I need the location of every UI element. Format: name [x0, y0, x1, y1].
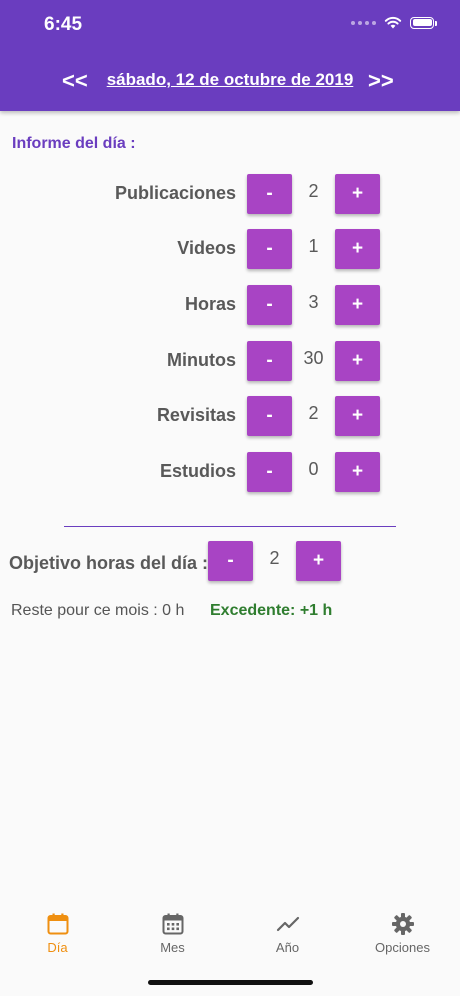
battery-icon	[410, 16, 437, 29]
row-estudios: Estudios - 0 +	[0, 452, 460, 492]
row-label: Estudios	[159, 461, 236, 481]
estudios-increment-button[interactable]: +	[335, 452, 380, 492]
status-time: 6:45	[44, 14, 83, 35]
row-horas: Horas - 3 +	[0, 285, 460, 325]
gear-icon	[391, 913, 414, 935]
tab-opciones[interactable]: Opciones	[345, 912, 460, 964]
minutos-decrement-button[interactable]: -	[247, 341, 292, 381]
tab-label: Opciones	[375, 940, 430, 955]
row-goal: - 2 +	[0, 541, 460, 581]
trending-icon	[276, 916, 299, 932]
videos-decrement-button[interactable]: -	[247, 229, 292, 269]
videos-increment-button[interactable]: +	[335, 229, 380, 269]
tab-label: Día	[47, 940, 68, 955]
row-label: Publicaciones	[114, 183, 236, 203]
next-day-button[interactable]: >>	[368, 68, 394, 94]
goal-increment-button[interactable]: +	[296, 541, 341, 581]
publicaciones-value: 2	[308, 181, 319, 201]
horas-increment-button[interactable]: +	[335, 285, 380, 325]
remaining-hours-text: Reste pour ce mois : 0 h	[11, 602, 185, 619]
goal-value: 2	[269, 548, 280, 568]
status-icons	[351, 16, 437, 29]
row-minutos: Minutos - 30 +	[0, 341, 460, 381]
tab-label: Mes	[160, 940, 185, 955]
row-publicaciones: Publicaciones - 2 +	[0, 174, 460, 214]
wifi-icon	[384, 16, 402, 29]
horas-value: 3	[308, 292, 319, 312]
row-revisitas: Revisitas - 2 +	[0, 396, 460, 436]
tab-dia[interactable]: Día	[0, 912, 115, 964]
row-label: Horas	[184, 294, 236, 314]
row-label: Videos	[177, 238, 236, 258]
horas-decrement-button[interactable]: -	[247, 285, 292, 325]
publicaciones-increment-button[interactable]: +	[335, 174, 380, 214]
row-label: Revisitas	[156, 405, 236, 425]
row-label: Minutos	[167, 350, 236, 370]
minutos-value: 30	[303, 348, 324, 368]
tab-mes[interactable]: Mes	[115, 912, 230, 964]
signal-icon	[351, 20, 376, 25]
publicaciones-decrement-button[interactable]: -	[247, 174, 292, 214]
report-title: Informe del día :	[12, 135, 136, 152]
minutos-increment-button[interactable]: +	[335, 341, 380, 381]
excess-hours-text: Excedente: +1 h	[210, 602, 333, 619]
section-divider	[64, 526, 396, 527]
tab-ano[interactable]: Año	[230, 912, 345, 964]
tab-label: Año	[275, 940, 300, 955]
estudios-decrement-button[interactable]: -	[247, 452, 292, 492]
revisitas-decrement-button[interactable]: -	[247, 396, 292, 436]
calendar-month-icon	[162, 913, 183, 935]
goal-decrement-button[interactable]: -	[208, 541, 253, 581]
revisitas-increment-button[interactable]: +	[335, 396, 380, 436]
calendar-today-icon	[47, 913, 68, 935]
revisitas-value: 2	[308, 403, 319, 423]
app-header: 6:45 << sábado, 12 de octubre de 2019 >>	[0, 0, 460, 111]
row-videos: Videos - 1 +	[0, 229, 460, 269]
videos-value: 1	[308, 236, 319, 256]
estudios-value: 0	[308, 459, 319, 479]
home-indicator	[148, 980, 313, 985]
